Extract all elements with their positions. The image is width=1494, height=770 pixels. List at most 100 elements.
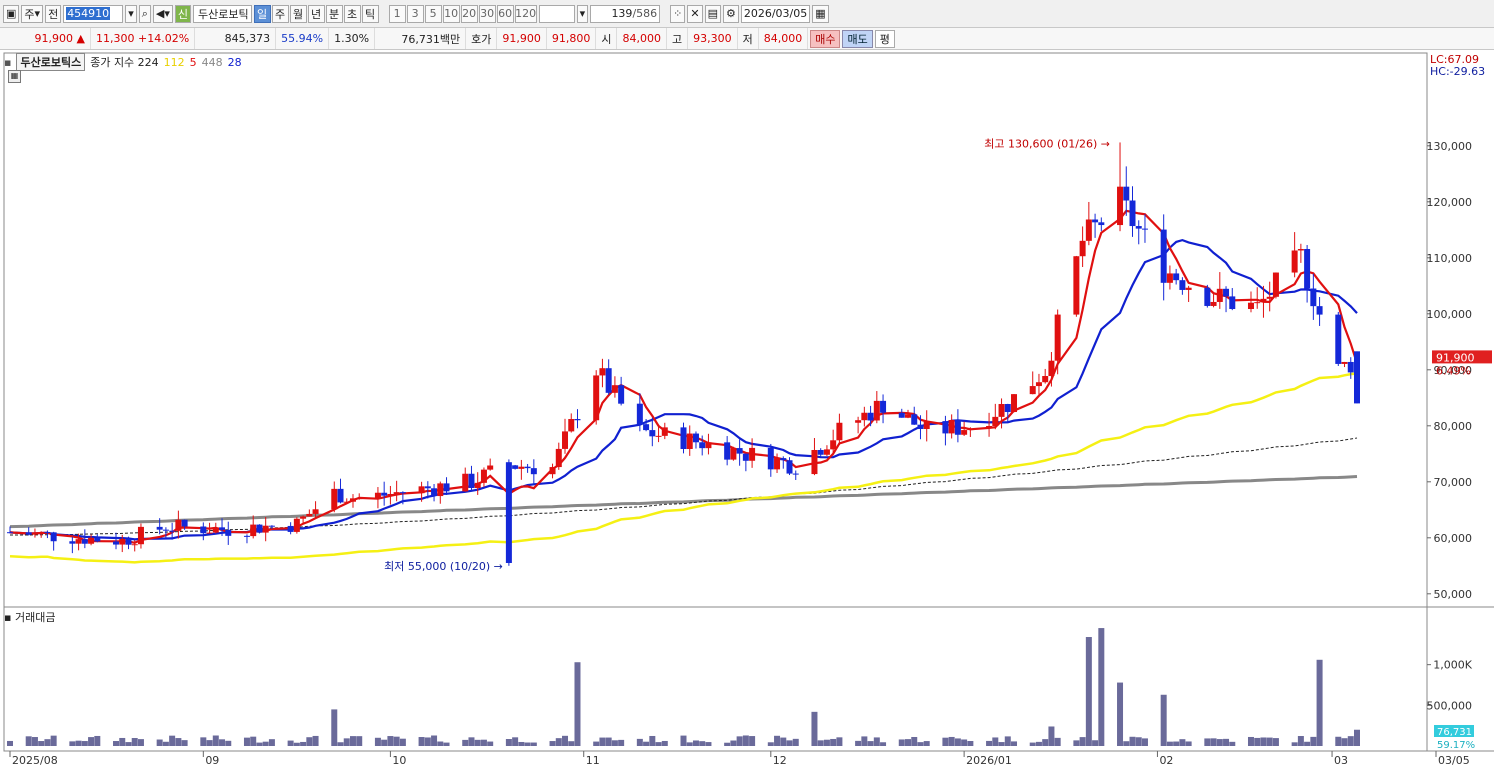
candle-body	[250, 524, 257, 537]
volume-bar	[81, 741, 88, 746]
volume-bar	[156, 739, 163, 746]
volume-bar	[219, 739, 226, 746]
count-field[interactable]: 139/586	[590, 4, 661, 23]
legend-stock-name[interactable]: 두산로보틱스	[16, 53, 86, 71]
candle-body	[312, 509, 319, 514]
speaker-icon[interactable]: ◀▾	[152, 4, 173, 23]
candle-body	[880, 400, 887, 413]
volume-bar	[169, 735, 176, 746]
volume-bar	[686, 742, 693, 746]
interval-tab-7[interactable]: 120	[514, 4, 537, 23]
candle-body	[817, 450, 824, 455]
volume-bar	[1272, 738, 1279, 746]
candle-body	[293, 518, 300, 532]
volume-bar	[38, 741, 45, 746]
candle-body	[225, 529, 232, 536]
grid-icon[interactable]: ⁘	[670, 4, 686, 23]
candle-body	[219, 527, 226, 530]
crosshair-icon[interactable]: ✕	[687, 4, 703, 23]
candle-body	[823, 449, 830, 455]
period-tab-3[interactable]: 년	[307, 4, 325, 23]
candlestick-chart[interactable]: 130,000120,000110,000100,00090,00080,000…	[0, 51, 1494, 770]
search-icon[interactable]: ⌕	[138, 4, 151, 23]
interval-tab-4[interactable]: 20	[460, 4, 478, 23]
legend-desc: 종가 지수 224	[90, 56, 159, 69]
interval-input[interactable]	[538, 4, 575, 23]
stock-name[interactable]: 두산로보틱	[193, 4, 252, 23]
interval-tab-6[interactable]: 60	[496, 4, 514, 23]
calendar-icon[interactable]: ▦	[812, 4, 829, 23]
interval-tab-5[interactable]: 30	[478, 4, 496, 23]
interval-dropdown-icon[interactable]: ▾	[576, 4, 589, 23]
candle-body	[1042, 376, 1049, 383]
avg-button[interactable]: 평	[874, 29, 895, 48]
save-icon[interactable]: ▤	[704, 4, 721, 23]
candle-body	[1354, 351, 1360, 404]
period-tab-6[interactable]: 틱	[361, 4, 379, 23]
buy-button[interactable]: 매수	[810, 29, 841, 48]
period-tab-2[interactable]: 월	[289, 4, 307, 23]
y-tick-label: 130,000	[1427, 140, 1473, 153]
interval-tab-3[interactable]: 10	[442, 4, 460, 23]
table-icon[interactable]: ▦	[8, 70, 21, 83]
code-input[interactable]: 454910	[63, 4, 124, 23]
interval-tab-1[interactable]: 3	[406, 4, 424, 23]
candle-body	[1304, 248, 1311, 289]
candle-body	[524, 466, 531, 469]
legend-ma-5: 5	[189, 55, 197, 69]
candle-body	[599, 368, 606, 376]
period-tab-4[interactable]: 분	[325, 4, 343, 23]
volume-bar	[1229, 741, 1236, 746]
volume-bar	[1173, 741, 1180, 746]
volume-bar	[443, 742, 450, 746]
settings-dot-icon[interactable]: ▪	[4, 56, 11, 69]
candle-body	[680, 427, 687, 449]
candle-body	[1117, 186, 1124, 226]
volume-bar	[181, 740, 188, 746]
volume-bar	[1210, 738, 1217, 746]
gear-icon[interactable]: ⚙	[722, 4, 739, 23]
volume-bar	[855, 740, 862, 746]
y-tick-label: 70,000	[1434, 476, 1473, 489]
candle-body	[200, 526, 207, 534]
candle-body	[437, 483, 444, 497]
candle-body	[1185, 287, 1192, 290]
candle-body	[306, 513, 313, 517]
candle-body	[287, 525, 294, 532]
prev-button[interactable]: 전	[45, 4, 62, 23]
candle-body	[792, 473, 799, 475]
volume-bar	[1166, 741, 1173, 746]
volume-bar	[343, 738, 350, 746]
y-tick-label: 120,000	[1427, 196, 1473, 209]
sell-button[interactable]: 매도	[842, 29, 873, 48]
volume-bar	[206, 740, 213, 746]
candle-body	[705, 442, 712, 449]
layout-icon[interactable]: ▣	[3, 4, 20, 23]
volume-bar	[1297, 736, 1304, 746]
volume-bar	[1335, 736, 1342, 746]
type-select[interactable]: 주 ▾	[21, 4, 44, 23]
volume-bar	[437, 741, 444, 746]
interval-tab-2[interactable]: 5	[424, 4, 442, 23]
volume-bar	[25, 736, 32, 746]
period-tab-0[interactable]: 일	[253, 4, 271, 23]
code-dropdown-icon[interactable]: ▾	[125, 4, 137, 23]
period-tab-1[interactable]: 주	[271, 4, 289, 23]
volume-bar	[1347, 736, 1354, 746]
period-tab-5[interactable]: 초	[343, 4, 361, 23]
volume-bar	[287, 740, 294, 746]
candle-body	[1054, 314, 1061, 361]
volume-bar	[917, 742, 924, 746]
volume-bar	[374, 737, 381, 746]
volume-bar	[418, 737, 425, 746]
date-input[interactable]: 2026/03/05	[740, 4, 811, 23]
candle-body	[1048, 360, 1055, 377]
volume-bar	[162, 741, 169, 746]
candle-body	[131, 544, 138, 546]
candle-body	[998, 404, 1005, 417]
interval-tab-0[interactable]: 1	[388, 4, 406, 23]
candle-body	[343, 501, 350, 503]
volume-bar	[480, 739, 487, 746]
candle-body	[1254, 302, 1261, 304]
volume-bar	[200, 737, 207, 746]
